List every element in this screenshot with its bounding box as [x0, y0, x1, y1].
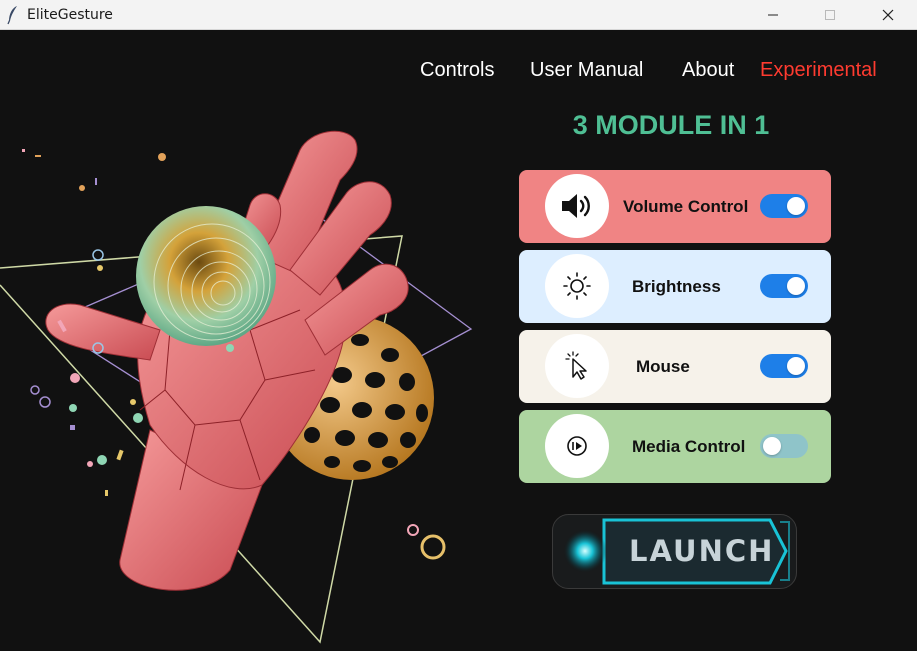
module-label: Volume Control	[623, 197, 749, 216]
close-icon	[882, 9, 894, 21]
minimize-icon	[768, 14, 778, 16]
module-label: Mouse	[636, 357, 690, 376]
nav-experimental[interactable]: Experimental	[760, 59, 877, 82]
toggle-knob	[763, 437, 781, 455]
media-toggle[interactable]	[760, 434, 808, 458]
media-play-icon	[567, 436, 587, 456]
sun-icon	[563, 272, 591, 300]
feather-icon	[7, 6, 17, 25]
brightness-toggle[interactable]	[760, 274, 808, 298]
module-card-volume: Volume Control	[519, 170, 831, 243]
window-title: EliteGesture	[27, 7, 113, 23]
maximize-button[interactable]	[807, 0, 853, 30]
hand-illustration	[0, 130, 473, 644]
cursor-click-icon	[565, 351, 587, 380]
minimize-button[interactable]	[750, 0, 796, 30]
launch-label: LAUNCH	[629, 534, 775, 568]
volume-icon-circle	[545, 174, 609, 238]
title-bar: EliteGesture	[0, 0, 917, 30]
mouse-toggle[interactable]	[760, 354, 808, 378]
mouse-icon-circle	[545, 334, 609, 398]
module-heading: 3 MODULE IN 1	[572, 110, 770, 140]
nav-controls[interactable]: Controls	[420, 59, 494, 82]
brightness-icon-circle	[545, 254, 609, 318]
toggle-knob	[787, 197, 805, 215]
module-label: Media Control	[632, 437, 746, 456]
nav-user-manual[interactable]: User Manual	[530, 59, 643, 82]
module-card-mouse: Mouse	[519, 330, 831, 403]
volume-toggle[interactable]	[760, 194, 808, 218]
main-content: Controls User Manual About Experimental …	[0, 30, 917, 651]
maximize-icon	[825, 10, 835, 20]
launch-button[interactable]: LAUNCH	[552, 514, 797, 589]
module-card-media: Media Control	[519, 410, 831, 483]
toggle-knob	[787, 277, 805, 295]
nav-about[interactable]: About	[682, 59, 734, 82]
module-label: Brightness	[632, 277, 721, 296]
module-card-brightness: Brightness	[519, 250, 831, 323]
toggle-knob	[787, 357, 805, 375]
media-icon-circle	[545, 414, 609, 478]
speaker-icon	[562, 194, 590, 218]
close-button[interactable]	[865, 0, 911, 30]
